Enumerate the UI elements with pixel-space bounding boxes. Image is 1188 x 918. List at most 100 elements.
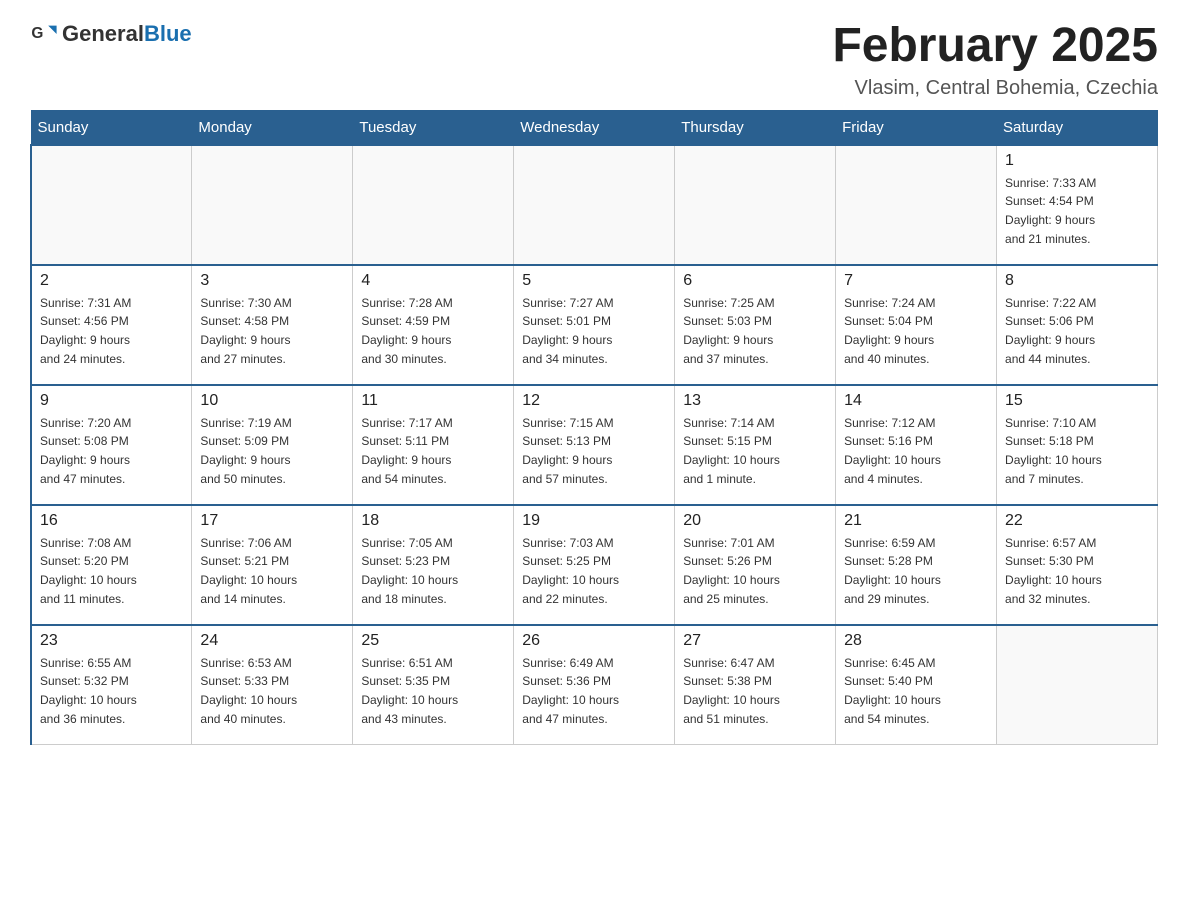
calendar-cell: 8 Sunrise: 7:22 AM Sunset: 5:06 PM Daylig… (997, 265, 1158, 385)
day-info: Sunrise: 7:10 AM Sunset: 5:18 PM Dayligh… (1005, 414, 1149, 488)
day-number: 23 (40, 632, 183, 650)
day-info: Sunrise: 7:31 AM Sunset: 4:56 PM Dayligh… (40, 294, 183, 368)
calendar-cell: 21 Sunrise: 6:59 AM Sunset: 5:28 PM Dayli… (836, 505, 997, 625)
day-info: Sunrise: 7:05 AM Sunset: 5:23 PM Dayligh… (361, 534, 505, 608)
calendar-week-row: 23 Sunrise: 6:55 AM Sunset: 5:32 PM Dayli… (31, 625, 1158, 745)
calendar-cell: 9 Sunrise: 7:20 AM Sunset: 5:08 PM Daylig… (31, 385, 192, 505)
day-number: 7 (844, 272, 988, 290)
day-info: Sunrise: 7:20 AM Sunset: 5:08 PM Dayligh… (40, 414, 183, 488)
day-number: 4 (361, 272, 505, 290)
day-number: 27 (683, 632, 827, 650)
calendar-cell: 7 Sunrise: 7:24 AM Sunset: 5:04 PM Daylig… (836, 265, 997, 385)
calendar-cell: 17 Sunrise: 7:06 AM Sunset: 5:21 PM Dayli… (192, 505, 353, 625)
page-header: G GeneralBlue February 2025 Vlasim, Cent… (30, 20, 1158, 100)
day-info: Sunrise: 7:19 AM Sunset: 5:09 PM Dayligh… (200, 414, 344, 488)
day-number: 2 (40, 272, 183, 290)
logo-icon: G (30, 20, 58, 48)
calendar-cell: 19Sunrise: 7:03 AM Sunset: 5:25 PM Dayli… (514, 505, 675, 625)
day-number: 21 (844, 512, 988, 530)
day-info: Sunrise: 7:14 AM Sunset: 5:15 PM Dayligh… (683, 414, 827, 488)
day-number: 20 (683, 512, 827, 530)
day-info: Sunrise: 7:12 AM Sunset: 5:16 PM Dayligh… (844, 414, 988, 488)
day-number: 15 (1005, 392, 1149, 410)
day-info: Sunrise: 7:08 AM Sunset: 5:20 PM Dayligh… (40, 534, 183, 608)
day-info: Sunrise: 6:59 AM Sunset: 5:28 PM Dayligh… (844, 534, 988, 608)
location: Vlasim, Central Bohemia, Czechia (832, 77, 1158, 100)
day-number: 13 (683, 392, 827, 410)
calendar-cell: 10 Sunrise: 7:19 AM Sunset: 5:09 PM Dayli… (192, 385, 353, 505)
weekday-header-row: SundayMondayTuesdayWednesdayThursdayFrid… (31, 110, 1158, 145)
day-info: Sunrise: 7:24 AM Sunset: 5:04 PM Dayligh… (844, 294, 988, 368)
day-info: Sunrise: 6:57 AM Sunset: 5:30 PM Dayligh… (1005, 534, 1149, 608)
day-info: Sunrise: 7:22 AM Sunset: 5:06 PM Dayligh… (1005, 294, 1149, 368)
calendar-cell (192, 145, 353, 265)
calendar-cell: 15 Sunrise: 7:10 AM Sunset: 5:18 PM Dayli… (997, 385, 1158, 505)
day-info: Sunrise: 7:25 AM Sunset: 5:03 PM Dayligh… (683, 294, 827, 368)
day-number: 18 (361, 512, 505, 530)
day-number: 10 (200, 392, 344, 410)
calendar-cell: 3 Sunrise: 7:30 AM Sunset: 4:58 PM Daylig… (192, 265, 353, 385)
day-info: Sunrise: 6:55 AM Sunset: 5:32 PM Dayligh… (40, 654, 183, 728)
calendar-cell: 5 Sunrise: 7:27 AM Sunset: 5:01 PM Daylig… (514, 265, 675, 385)
day-number: 17 (200, 512, 344, 530)
logo: G GeneralBlue (30, 20, 192, 48)
day-info: Sunrise: 6:45 AM Sunset: 5:40 PM Dayligh… (844, 654, 988, 728)
calendar-cell: 18 Sunrise: 7:05 AM Sunset: 5:23 PM Dayli… (353, 505, 514, 625)
day-info: Sunrise: 7:30 AM Sunset: 4:58 PM Dayligh… (200, 294, 344, 368)
calendar-cell: 1Sunrise: 7:33 AM Sunset: 4:54 PM Daylig… (997, 145, 1158, 265)
day-info: Sunrise: 7:06 AM Sunset: 5:21 PM Dayligh… (200, 534, 344, 608)
month-title: February 2025 (832, 20, 1158, 73)
day-number: 5 (522, 272, 666, 290)
day-info: Sunrise: 7:28 AM Sunset: 4:59 PM Dayligh… (361, 294, 505, 368)
calendar-cell: 16 Sunrise: 7:08 AM Sunset: 5:20 PM Dayli… (31, 505, 192, 625)
calendar-cell (353, 145, 514, 265)
day-number: 8 (1005, 272, 1149, 290)
calendar-cell (997, 625, 1158, 745)
calendar-cell: 2 Sunrise: 7:31 AM Sunset: 4:56 PM Daylig… (31, 265, 192, 385)
calendar-cell: 27 Sunrise: 6:47 AM Sunset: 5:38 PM Dayli… (675, 625, 836, 745)
day-info: Sunrise: 6:53 AM Sunset: 5:33 PM Dayligh… (200, 654, 344, 728)
calendar-cell: 4 Sunrise: 7:28 AM Sunset: 4:59 PM Daylig… (353, 265, 514, 385)
day-info: Sunrise: 7:17 AM Sunset: 5:11 PM Dayligh… (361, 414, 505, 488)
calendar-cell: 6 Sunrise: 7:25 AM Sunset: 5:03 PM Daylig… (675, 265, 836, 385)
day-number: 24 (200, 632, 344, 650)
calendar-cell (675, 145, 836, 265)
day-number: 25 (361, 632, 505, 650)
day-number: 12 (522, 392, 666, 410)
day-number: 26 (522, 632, 666, 650)
day-info: Sunrise: 7:15 AM Sunset: 5:13 PM Dayligh… (522, 414, 666, 488)
day-number: 9 (40, 392, 183, 410)
calendar-table: SundayMondayTuesdayWednesdayThursdayFrid… (30, 110, 1158, 746)
calendar-week-row: 1Sunrise: 7:33 AM Sunset: 4:54 PM Daylig… (31, 145, 1158, 265)
calendar-cell (31, 145, 192, 265)
day-number: 16 (40, 512, 183, 530)
calendar-week-row: 9 Sunrise: 7:20 AM Sunset: 5:08 PM Daylig… (31, 385, 1158, 505)
day-info: Sunrise: 7:03 AM Sunset: 5:25 PM Dayligh… (522, 534, 666, 608)
day-number: 1 (1005, 152, 1149, 170)
day-info: Sunrise: 6:49 AM Sunset: 5:36 PM Dayligh… (522, 654, 666, 728)
weekday-header-tuesday: Tuesday (353, 110, 514, 145)
calendar-week-row: 16 Sunrise: 7:08 AM Sunset: 5:20 PM Dayli… (31, 505, 1158, 625)
day-number: 11 (361, 392, 505, 410)
calendar-week-row: 2 Sunrise: 7:31 AM Sunset: 4:56 PM Daylig… (31, 265, 1158, 385)
calendar-cell: 24 Sunrise: 6:53 AM Sunset: 5:33 PM Dayli… (192, 625, 353, 745)
day-info: Sunrise: 6:47 AM Sunset: 5:38 PM Dayligh… (683, 654, 827, 728)
weekday-header-thursday: Thursday (675, 110, 836, 145)
weekday-header-friday: Friday (836, 110, 997, 145)
calendar-cell (836, 145, 997, 265)
day-number: 3 (200, 272, 344, 290)
calendar-cell: 11 Sunrise: 7:17 AM Sunset: 5:11 PM Dayli… (353, 385, 514, 505)
calendar-cell: 12 Sunrise: 7:15 AM Sunset: 5:13 PM Dayli… (514, 385, 675, 505)
calendar-cell: 13 Sunrise: 7:14 AM Sunset: 5:15 PM Dayli… (675, 385, 836, 505)
calendar-cell: 22Sunrise: 6:57 AM Sunset: 5:30 PM Dayli… (997, 505, 1158, 625)
day-number: 6 (683, 272, 827, 290)
logo-text-general: General (62, 21, 144, 46)
day-info: Sunrise: 7:27 AM Sunset: 5:01 PM Dayligh… (522, 294, 666, 368)
weekday-header-sunday: Sunday (31, 110, 192, 145)
day-info: Sunrise: 7:01 AM Sunset: 5:26 PM Dayligh… (683, 534, 827, 608)
day-number: 14 (844, 392, 988, 410)
weekday-header-monday: Monday (192, 110, 353, 145)
calendar-cell (514, 145, 675, 265)
weekday-header-saturday: Saturday (997, 110, 1158, 145)
title-area: February 2025 Vlasim, Central Bohemia, C… (832, 20, 1158, 100)
